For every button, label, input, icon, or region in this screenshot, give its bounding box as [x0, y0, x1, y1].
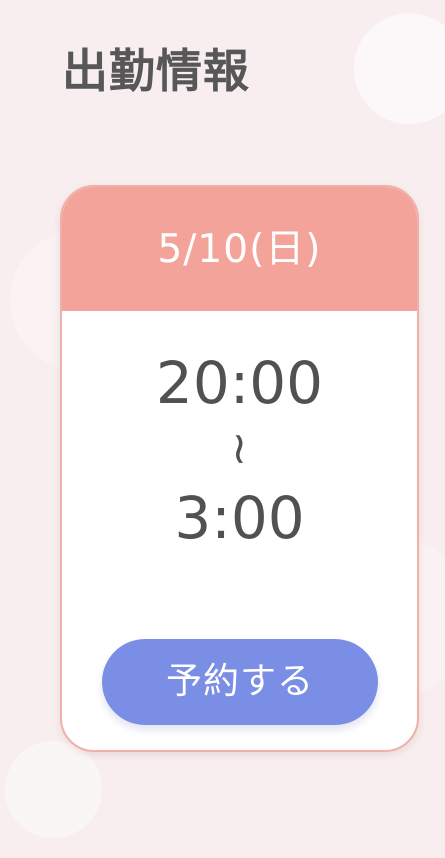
attendance-card: 5/10(日) 20:00 ~ 3:00 予約する	[60, 185, 419, 752]
attendance-time-block: 20:00 ~ 3:00	[62, 354, 417, 547]
attendance-date: 5/10(日)	[157, 226, 322, 272]
start-time: 20:00	[155, 349, 324, 417]
reserve-button[interactable]: 予約する	[102, 639, 378, 725]
time-separator: ~	[214, 430, 266, 468]
page-title: 出勤情報	[62, 44, 250, 98]
card-header: 5/10(日)	[62, 187, 417, 311]
end-time: 3:00	[174, 484, 305, 552]
